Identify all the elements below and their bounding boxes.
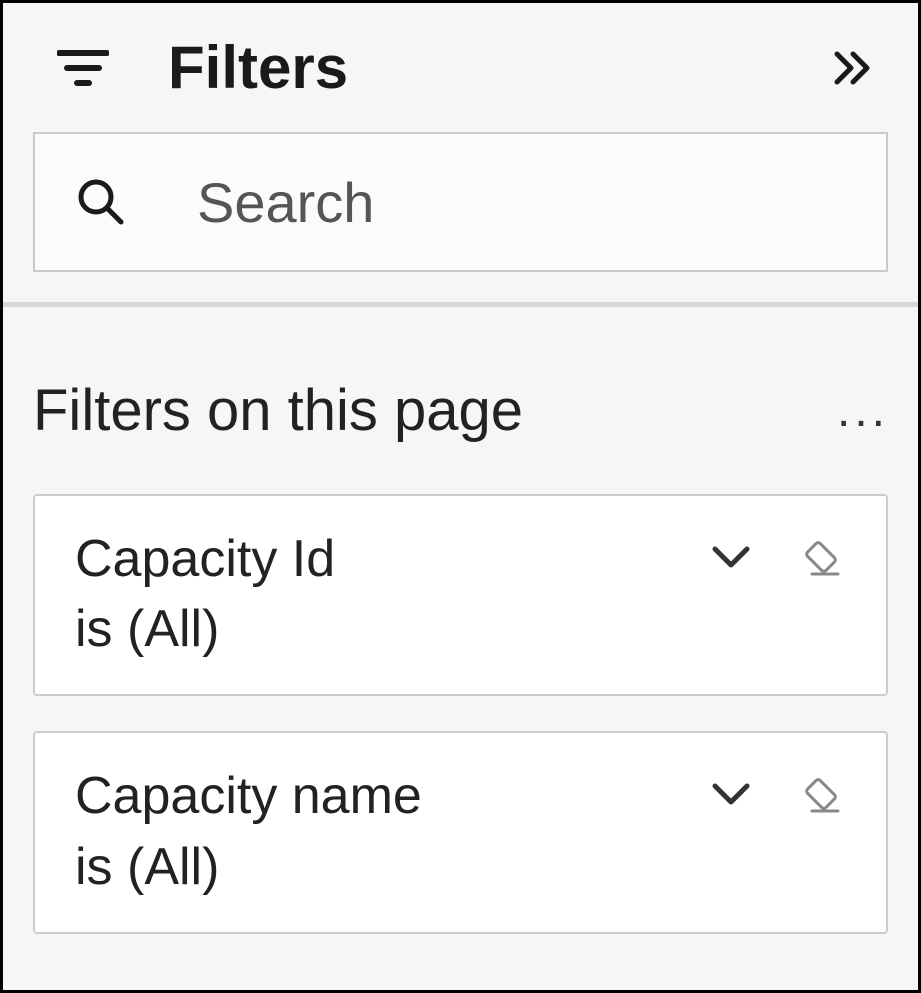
search-input[interactable]: [197, 170, 917, 235]
filter-card[interactable]: Capacity name is (All): [33, 731, 888, 933]
chevron-down-icon: [711, 543, 751, 571]
search-icon: [75, 172, 127, 232]
expand-filter-button[interactable]: [706, 532, 756, 582]
filter-actions: [706, 532, 846, 582]
eraser-icon: [798, 771, 844, 817]
clear-filter-button[interactable]: [796, 532, 846, 582]
search-box[interactable]: [33, 132, 888, 272]
panel-title: Filters: [168, 33, 828, 102]
filter-actions: [706, 769, 846, 819]
eraser-icon: [798, 534, 844, 580]
filter-status: is (All): [75, 832, 706, 902]
filter-status: is (All): [75, 594, 706, 664]
chevron-down-icon: [711, 780, 751, 808]
clear-filter-button[interactable]: [796, 769, 846, 819]
panel-header: Filters: [3, 3, 918, 132]
chevron-double-right-icon: [831, 46, 875, 90]
filter-card[interactable]: Capacity Id is (All): [33, 494, 888, 696]
filter-field-name: Capacity Id: [75, 524, 706, 594]
filters-section: Filters on this page ... Capacity Id is …: [3, 307, 918, 989]
filter-icon: [53, 38, 113, 98]
section-header: Filters on this page ...: [33, 377, 888, 444]
filter-text: Capacity name is (All): [75, 761, 706, 901]
expand-filter-button[interactable]: [706, 769, 756, 819]
search-container: [3, 132, 918, 302]
filter-field-name: Capacity name: [75, 761, 706, 831]
section-title: Filters on this page: [33, 377, 838, 444]
collapse-panel-button[interactable]: [828, 43, 878, 93]
filters-panel: Filters Filters on this page ...: [0, 0, 921, 993]
filter-text: Capacity Id is (All): [75, 524, 706, 664]
section-more-button[interactable]: ...: [838, 386, 888, 436]
